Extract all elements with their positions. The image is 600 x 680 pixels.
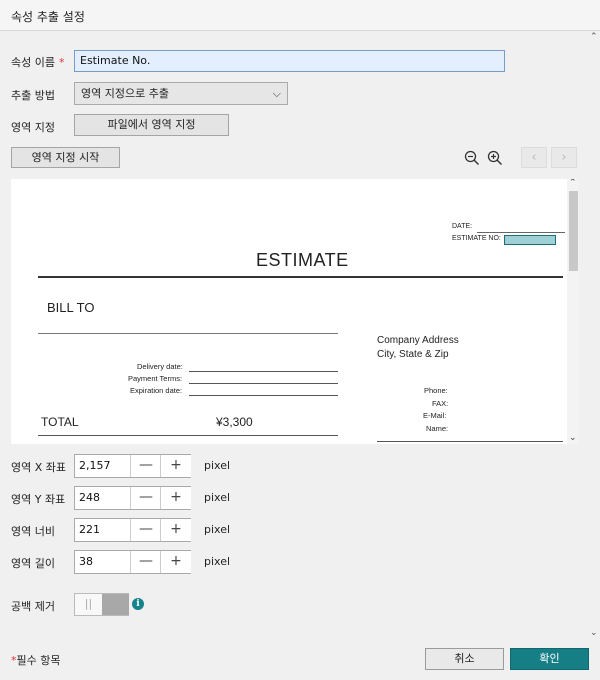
width-label: 영역 너비 — [11, 525, 55, 538]
next-page-button[interactable]: › — [551, 147, 577, 168]
dialog-titlebar: 속성 추출 설정 — [0, 0, 600, 31]
zoom-out-icon[interactable] — [463, 150, 481, 168]
doc-payment-terms: Payment Terms: — [128, 374, 183, 383]
y-unit: pixel — [204, 491, 231, 504]
doc-payment-line — [189, 383, 338, 384]
preview-scroll-thumb[interactable] — [569, 191, 578, 271]
width-plus-button[interactable]: + — [160, 519, 191, 541]
doc-total-label: TOTAL — [41, 415, 79, 429]
x-minus-button[interactable]: — — [130, 455, 161, 477]
doc-contact-rule — [377, 441, 563, 442]
x-coord-label: 영역 X 좌표 — [11, 461, 67, 474]
width-input[interactable]: 221 — [75, 519, 130, 541]
height-label: 영역 길이 — [11, 557, 55, 570]
scroll-down-icon[interactable]: ⌄ — [590, 628, 598, 638]
width-unit: pixel — [204, 523, 231, 536]
doc-heading-rule — [38, 276, 563, 278]
width-minus-button[interactable]: — — [130, 519, 161, 541]
toggle-knob: || — [75, 594, 102, 615]
scroll-up-icon[interactable]: ⌃ — [590, 32, 598, 42]
doc-expiration-line — [189, 395, 338, 396]
info-icon[interactable]: i — [132, 598, 144, 610]
doc-date-line — [477, 232, 565, 233]
x-coord-stepper[interactable]: 2,157 — + — [74, 454, 191, 478]
doc-total-value: ¥3,300 — [216, 415, 253, 429]
doc-city-state-zip: City, State & Zip — [377, 349, 449, 360]
y-plus-button[interactable]: + — [160, 487, 191, 509]
doc-total-rule — [38, 435, 338, 436]
preview-scroll-down-icon[interactable]: ⌄ — [569, 433, 577, 443]
cancel-button[interactable]: 취소 — [425, 648, 504, 670]
region-label: 영역 지정 — [11, 121, 55, 134]
doc-bill-to-rule — [38, 333, 338, 334]
name-label: 속성 이름 * — [11, 56, 65, 69]
method-select[interactable]: 영역 지정으로 추출 ⌵ — [74, 82, 288, 105]
doc-heading: ESTIMATE — [256, 250, 349, 270]
document-preview[interactable]: DATE: ESTIMATE NO: ESTIMATE BILL TO Comp… — [11, 179, 579, 444]
zoom-in-icon[interactable] — [486, 150, 504, 168]
prev-page-button[interactable]: ‹ — [521, 147, 547, 168]
chevron-left-icon: ‹ — [531, 150, 537, 165]
preview-scroll-up-icon[interactable]: ⌃ — [569, 179, 577, 188]
doc-date-label: DATE: — [452, 223, 473, 230]
height-stepper[interactable]: 38 — + — [74, 550, 191, 574]
y-coord-input[interactable]: 248 — [75, 487, 130, 509]
dialog-title: 속성 추출 설정 — [11, 10, 85, 24]
doc-estimate-no-label: ESTIMATE NO: — [452, 235, 501, 242]
height-input[interactable]: 38 — [75, 551, 130, 573]
ok-button[interactable]: 확인 — [510, 648, 589, 670]
height-minus-button[interactable]: — — [130, 551, 161, 573]
doc-delivery-line — [189, 371, 338, 372]
x-coord-input[interactable]: 2,157 — [75, 455, 130, 477]
width-stepper[interactable]: 221 — + — [74, 518, 191, 542]
whitespace-label: 공백 제거 — [11, 600, 55, 613]
height-unit: pixel — [204, 555, 231, 568]
y-coord-label: 영역 Y 좌표 — [11, 493, 66, 506]
doc-email: E-Mail: — [423, 411, 447, 420]
required-note: *필수 항목 — [11, 654, 61, 667]
required-marker: * — [58, 56, 65, 69]
chevron-down-icon: ⌵ — [272, 87, 281, 100]
region-from-file-button[interactable]: 파일에서 영역 지정 — [74, 114, 229, 136]
doc-expiration-date: Expiration date: — [130, 386, 183, 395]
doc-name: Name: — [426, 424, 449, 433]
preview-scrollbar[interactable]: ⌃ ⌄ — [567, 179, 579, 444]
doc-fax: FAX: — [432, 399, 449, 408]
doc-phone: Phone: — [424, 386, 448, 395]
chevron-right-icon: › — [561, 150, 567, 165]
height-plus-button[interactable]: + — [160, 551, 191, 573]
dialog-scrollbar[interactable]: ⌃ ⌄ — [589, 32, 600, 638]
whitespace-toggle[interactable]: || — [74, 593, 129, 616]
doc-company-address: Company Address — [377, 335, 459, 346]
start-region-button[interactable]: 영역 지정 시작 — [11, 147, 120, 168]
method-label: 추출 방법 — [11, 89, 55, 102]
attribute-name-input[interactable]: Estimate No. — [74, 50, 505, 72]
doc-delivery-date: Delivery date: — [137, 362, 183, 371]
x-plus-button[interactable]: + — [160, 455, 191, 477]
y-minus-button[interactable]: — — [130, 487, 161, 509]
doc-bill-to: BILL TO — [47, 300, 95, 315]
x-unit: pixel — [204, 459, 231, 472]
y-coord-stepper[interactable]: 248 — + — [74, 486, 191, 510]
method-select-value: 영역 지정으로 추출 — [81, 87, 169, 100]
toggle-track — [102, 594, 129, 615]
selected-region-highlight[interactable] — [504, 235, 556, 245]
